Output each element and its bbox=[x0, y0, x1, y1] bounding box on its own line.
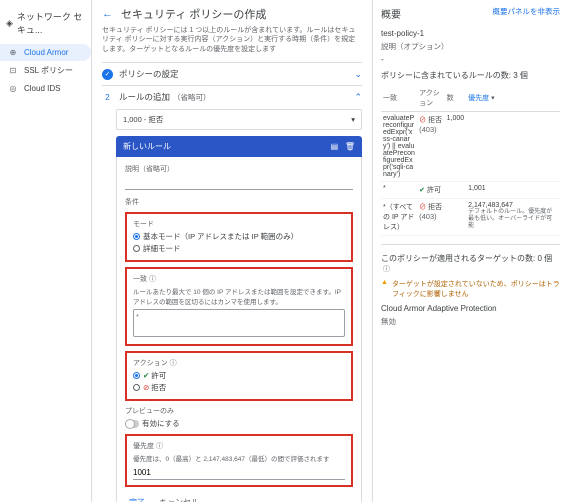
intro-text: セキュリティ ポリシーには 1 つ以上のルールが含まれています。ルールはセキュリ… bbox=[102, 26, 362, 54]
main: ← セキュリティ ポリシーの作成 セキュリティ ポリシーには 1 つ以上のルール… bbox=[92, 0, 568, 502]
done-button[interactable]: 完了 bbox=[125, 494, 149, 502]
step-1: ✓ ポリシーの設定 ⌄ bbox=[102, 62, 362, 85]
action-deny-radio[interactable]: ⊘拒否 bbox=[133, 382, 345, 393]
col-action: アクション bbox=[417, 85, 444, 112]
table-row: *（すべての IP アドレス）⊘ 拒否(403)2,147,483,647デフォ… bbox=[381, 199, 560, 236]
step-2: 2 ルールの追加（省略可） ⌃ 1,000 - 拒否 ▾ 新しいルール ▤ bbox=[102, 85, 362, 502]
match-help: ルールあたり最大で 10 個の IP アドレスまたは範囲を設定できます。IP ア… bbox=[133, 286, 345, 306]
policy-name: test-policy-1 bbox=[381, 29, 560, 38]
mode-label: モード bbox=[133, 221, 154, 228]
sidebar-item-label: SSL ポリシー bbox=[24, 65, 73, 76]
cap-label: Cloud Armor Adaptive Protection bbox=[381, 304, 560, 313]
sidebar: ◈ ネットワーク セキュ... ⊕ Cloud Armor ⊡ SSL ポリシー… bbox=[0, 0, 92, 502]
desc-label: 説明（省略可） bbox=[125, 166, 174, 173]
step-1-header[interactable]: ✓ ポリシーの設定 ⌄ bbox=[102, 68, 362, 80]
rules-count-label: ポリシーに含まれているルールの数: 3 個 bbox=[381, 70, 560, 81]
action-group: アクションⓘ ✔許可 ⊘拒否 bbox=[125, 351, 353, 401]
rule-selector[interactable]: 1,000 - 拒否 ▾ bbox=[116, 109, 362, 130]
collapse-icon[interactable]: ▤ bbox=[331, 142, 339, 151]
sidebar-item-cloud-armor[interactable]: ⊕ Cloud Armor bbox=[0, 44, 91, 61]
sidebar-item-label: Cloud Armor bbox=[24, 48, 68, 57]
radio-icon bbox=[133, 372, 140, 379]
priority-label: 優先度 bbox=[133, 443, 154, 450]
targets-warning: ▲ ターゲットが設定されていないため、ポリシーはトラフィックに影響しません bbox=[381, 279, 560, 299]
priority-group: 優先度ⓘ 優先度は、0（最高）と 2,147,483,647（最低）の間で評価さ… bbox=[125, 434, 353, 487]
shield-icon: ◈ bbox=[6, 18, 13, 29]
rules-table: 一致 アクション 数 優先度 ▾ evaluatePreconfiguredEx… bbox=[381, 85, 560, 236]
cancel-rule-button[interactable]: キャンセル bbox=[155, 494, 203, 502]
chevron-up-icon: ⌃ bbox=[354, 92, 362, 103]
delete-icon[interactable]: 🗑 bbox=[345, 142, 355, 151]
description-input[interactable] bbox=[125, 176, 353, 190]
product-title: ◈ ネットワーク セキュ... bbox=[0, 6, 91, 40]
rule-selector-value: 1,000 - 拒否 bbox=[123, 114, 163, 125]
action-allow-radio[interactable]: ✔許可 bbox=[133, 370, 345, 381]
help-icon[interactable]: ⓘ bbox=[149, 276, 156, 283]
cap-value: 無効 bbox=[381, 316, 560, 327]
back-arrow-icon[interactable]: ← bbox=[102, 8, 113, 20]
match-input[interactable] bbox=[133, 309, 345, 337]
rule-card-title: 新しいルール bbox=[123, 141, 171, 152]
match-label: 一致 bbox=[133, 276, 147, 283]
step-number: 2 bbox=[102, 93, 113, 102]
col-match: 一致 bbox=[381, 85, 417, 112]
preview-label: プレビューのみ bbox=[125, 408, 174, 415]
step-title: ルールの追加（省略可） bbox=[119, 91, 348, 103]
deny-icon: ⊘ bbox=[143, 383, 149, 392]
radio-icon bbox=[133, 245, 140, 252]
overview-panel: 概要 test-policy-1 説明（オプション） - ポリシーに含まれている… bbox=[373, 0, 568, 502]
table-row: evaluatePreconfiguredExpr('xss-canary') … bbox=[381, 112, 560, 182]
product-label: ネットワーク セキュ... bbox=[17, 10, 85, 36]
priority-input[interactable] bbox=[133, 466, 345, 480]
rule-card-body: 説明（省略可） 条件 モード 基本モード（IP アドレスまたは IP 範囲のみ）… bbox=[116, 157, 362, 502]
check-icon: ✓ bbox=[102, 69, 113, 80]
enable-toggle[interactable]: 有効にする bbox=[125, 418, 353, 429]
page-title: セキュリティ ポリシーの作成 bbox=[121, 6, 266, 22]
sidebar-item-ssl[interactable]: ⊡ SSL ポリシー bbox=[0, 61, 91, 80]
radio-icon bbox=[133, 384, 140, 391]
center-panel: ← セキュリティ ポリシーの作成 セキュリティ ポリシーには 1 つ以上のルール… bbox=[92, 0, 373, 502]
help-icon[interactable]: ⓘ bbox=[383, 266, 390, 273]
ids-icon: ◎ bbox=[8, 84, 18, 93]
priority-help: 優先度は、0（最高）と 2,147,483,647（最低）の間で評価されます bbox=[133, 453, 345, 463]
sidebar-item-ids[interactable]: ◎ Cloud IDS bbox=[0, 80, 91, 97]
step-title: ポリシーの設定 bbox=[119, 68, 348, 80]
action-label: アクション bbox=[133, 360, 168, 367]
step-2-header[interactable]: 2 ルールの追加（省略可） ⌃ bbox=[102, 91, 362, 103]
help-icon[interactable]: ⓘ bbox=[170, 360, 177, 367]
targets-label: このポリシーが適用されるターゲットの数: 0 個 ⓘ bbox=[381, 253, 560, 274]
radio-icon bbox=[133, 233, 140, 240]
armor-icon: ⊕ bbox=[8, 48, 18, 57]
col-priority[interactable]: 優先度 bbox=[468, 95, 489, 102]
header: ← セキュリティ ポリシーの作成 bbox=[102, 6, 362, 22]
toggle-icon bbox=[125, 420, 139, 428]
match-condition-label: 条件 bbox=[125, 197, 353, 207]
policy-desc-label: 説明（オプション） bbox=[381, 41, 560, 52]
col-count: 数 bbox=[445, 85, 467, 112]
allow-icon: ✔ bbox=[143, 371, 149, 380]
warning-icon: ▲ bbox=[381, 279, 388, 286]
mode-group: モード 基本モード（IP アドレスまたは IP 範囲のみ） 詳細モード bbox=[125, 212, 353, 262]
policy-desc-value: - bbox=[381, 55, 560, 64]
chevron-down-icon: ⌄ bbox=[354, 69, 362, 80]
match-group: 一致ⓘ ルールあたり最大で 10 個の IP アドレスまたは範囲を設定できます。… bbox=[125, 267, 353, 346]
help-icon[interactable]: ⓘ bbox=[156, 443, 163, 450]
hide-panel-link[interactable]: 概要パネルを非表示 bbox=[493, 6, 561, 17]
app-shell: ◈ ネットワーク セキュ... ⊕ Cloud Armor ⊡ SSL ポリシー… bbox=[0, 0, 568, 502]
mode-adv-radio[interactable]: 詳細モード bbox=[133, 243, 345, 254]
rule-card-header: 新しいルール ▤ 🗑 bbox=[116, 136, 362, 157]
sidebar-item-label: Cloud IDS bbox=[24, 84, 60, 93]
chevron-down-icon: ▾ bbox=[351, 115, 355, 124]
mode-basic-radio[interactable]: 基本モード（IP アドレスまたは IP 範囲のみ） bbox=[133, 231, 345, 242]
table-row: *✔ 許可1,001 bbox=[381, 182, 560, 199]
ssl-icon: ⊡ bbox=[8, 66, 18, 75]
